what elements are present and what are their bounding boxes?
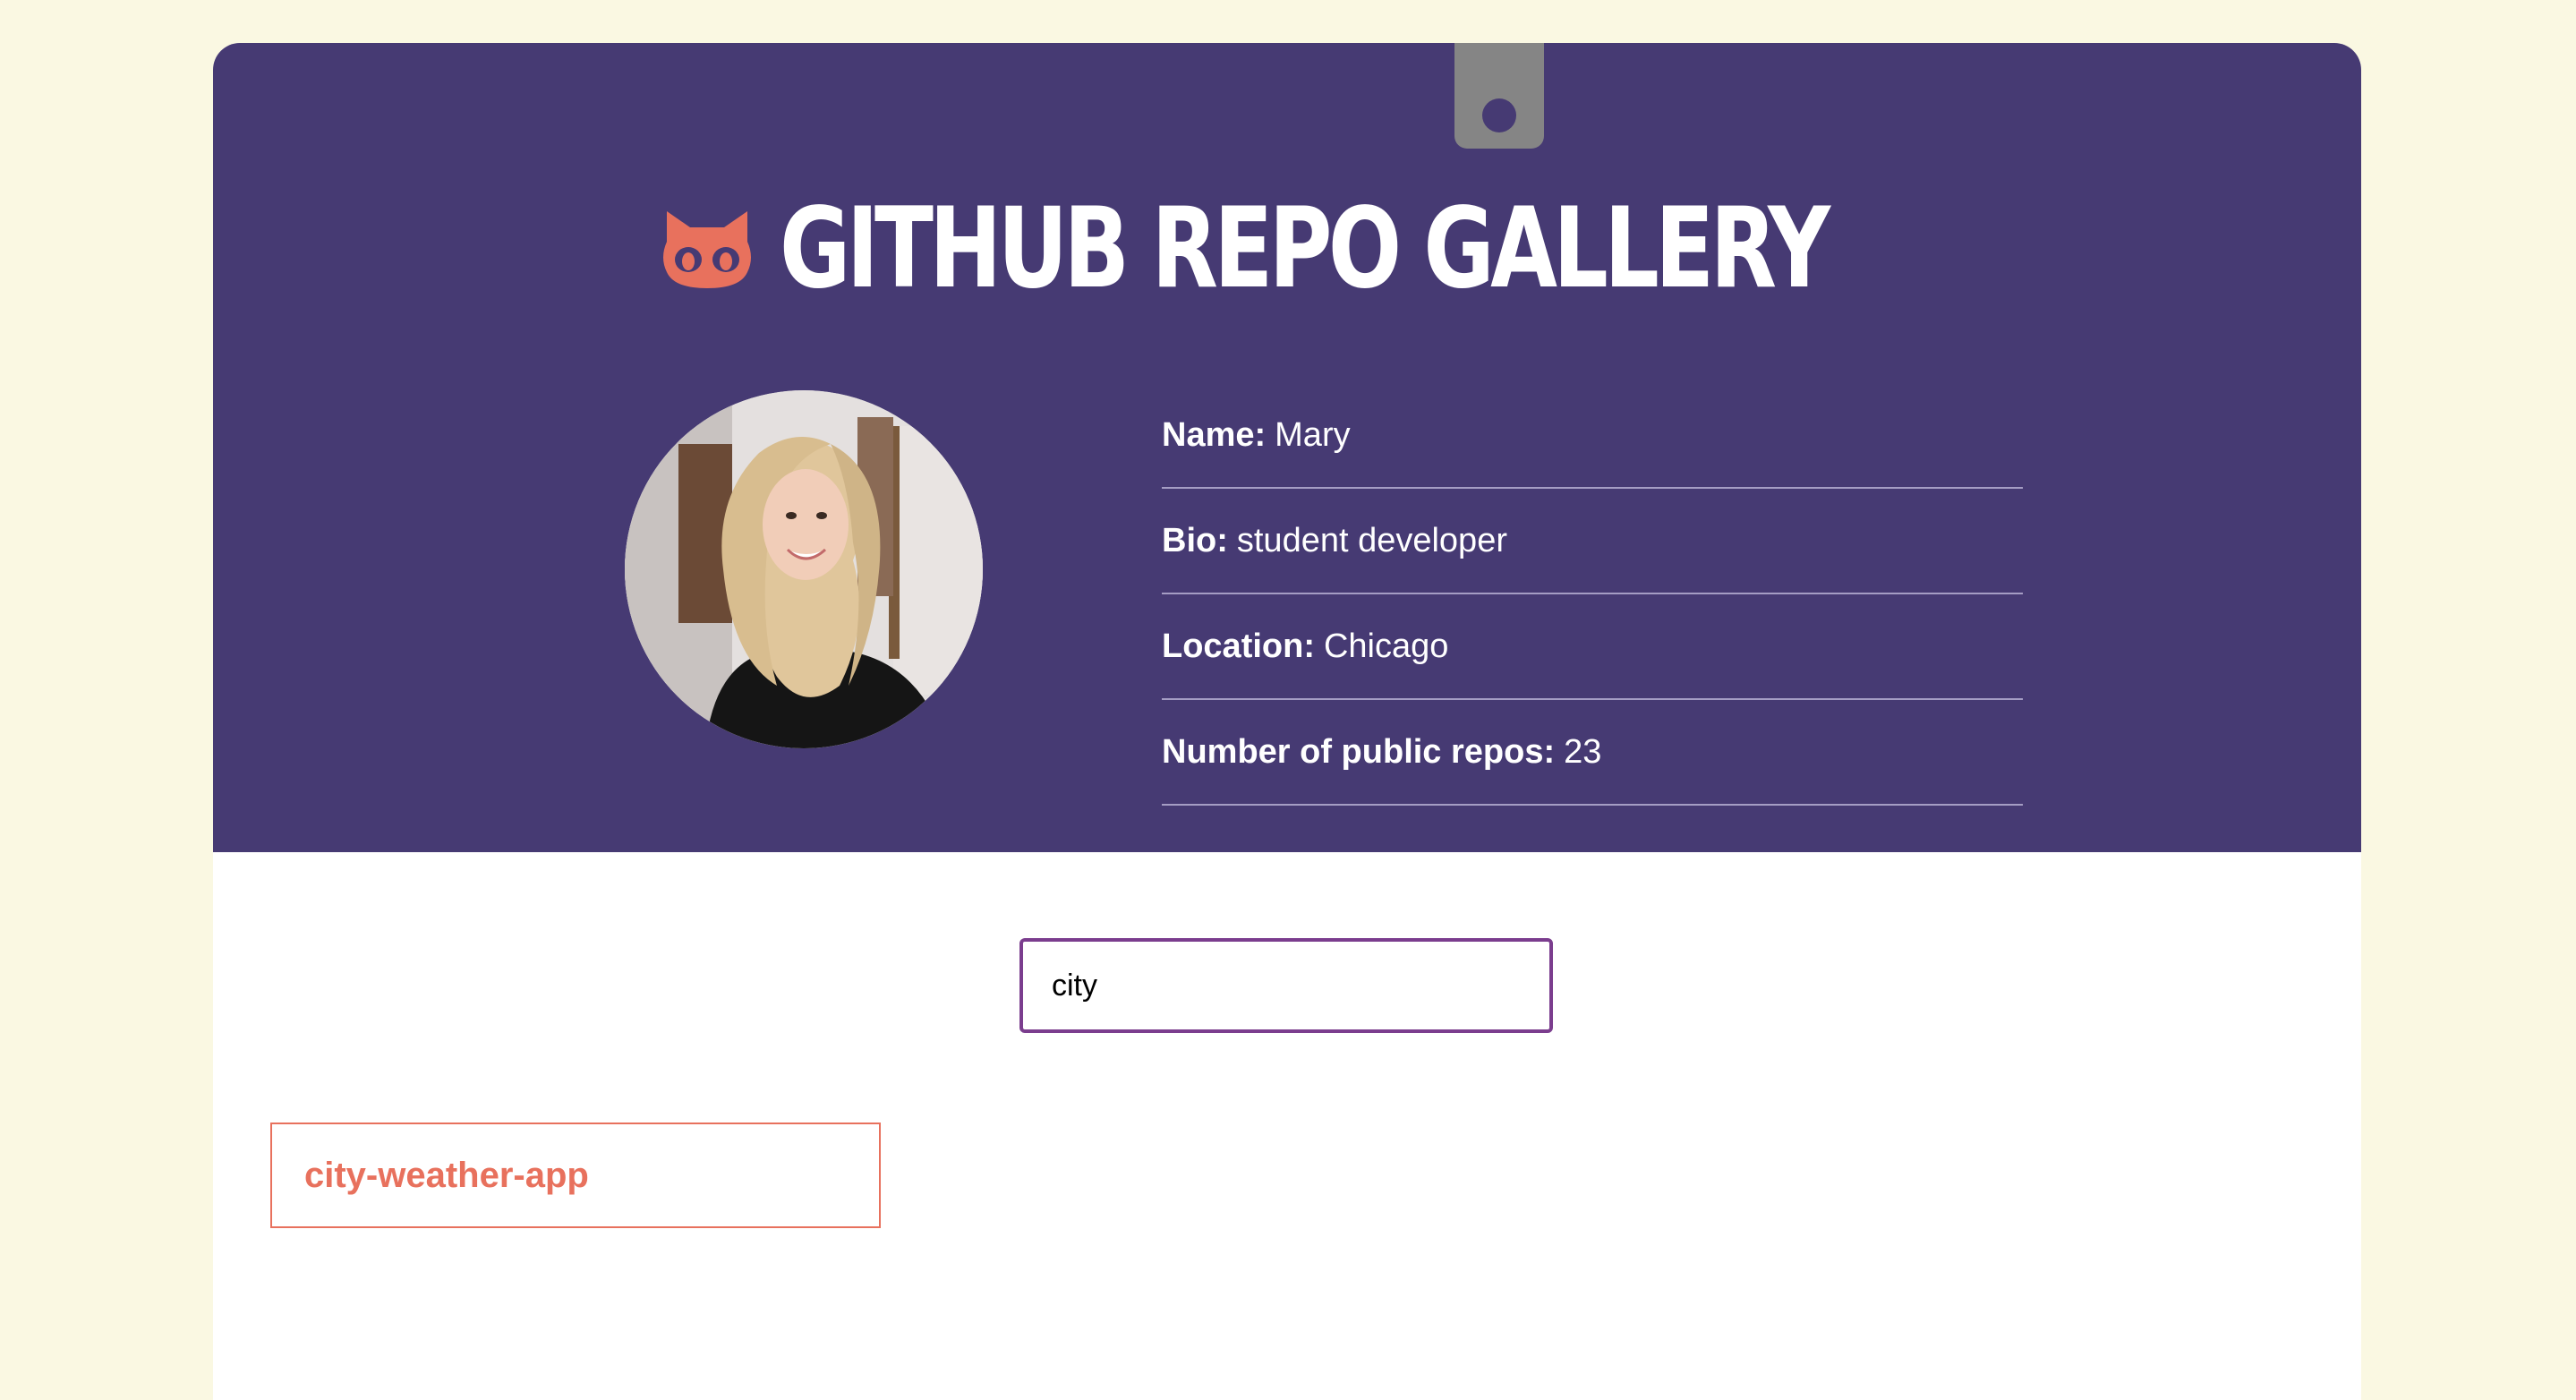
location-label: Location: — [1162, 627, 1315, 665]
repo-card-city-weather-app[interactable]: city-weather-app — [270, 1123, 881, 1228]
name-label: Name: — [1162, 415, 1267, 454]
profile-location-row: Location: Chicago — [1162, 594, 2023, 700]
name-value: Mary — [1275, 415, 1351, 454]
user-photo — [625, 390, 983, 748]
repo-name: city-weather-app — [304, 1155, 589, 1195]
repos-count-label: Number of public repos: — [1162, 732, 1556, 771]
profile-repos-count-row: Number of public repos: 23 — [1162, 700, 2023, 806]
location-value: Chicago — [1323, 627, 1449, 665]
repos-count-value: 23 — [1564, 732, 1602, 771]
profile-bio-row: Bio: student developer — [1162, 489, 2023, 594]
badge-clip — [1454, 43, 1544, 149]
bio-label: Bio: — [1162, 521, 1228, 559]
page-title: GITHUB REPO GALLERY — [780, 184, 1830, 313]
profile-info: Name: Mary Bio: student developer Locati… — [1162, 383, 2023, 806]
badge-clip-hole — [1482, 98, 1516, 132]
title-row: GITHUB REPO GALLERY — [213, 186, 2361, 312]
profile-card: GITHUB REPO GALLERY Name: Mary Bio: stud… — [213, 43, 2361, 1400]
octocat-icon — [663, 211, 752, 288]
profile-name-row: Name: Mary — [1162, 383, 2023, 489]
avatar — [625, 390, 983, 748]
search-input[interactable] — [1019, 938, 1553, 1033]
bio-value: student developer — [1236, 521, 1507, 559]
header-section: GITHUB REPO GALLERY Name: Mary Bio: stud… — [213, 43, 2361, 852]
